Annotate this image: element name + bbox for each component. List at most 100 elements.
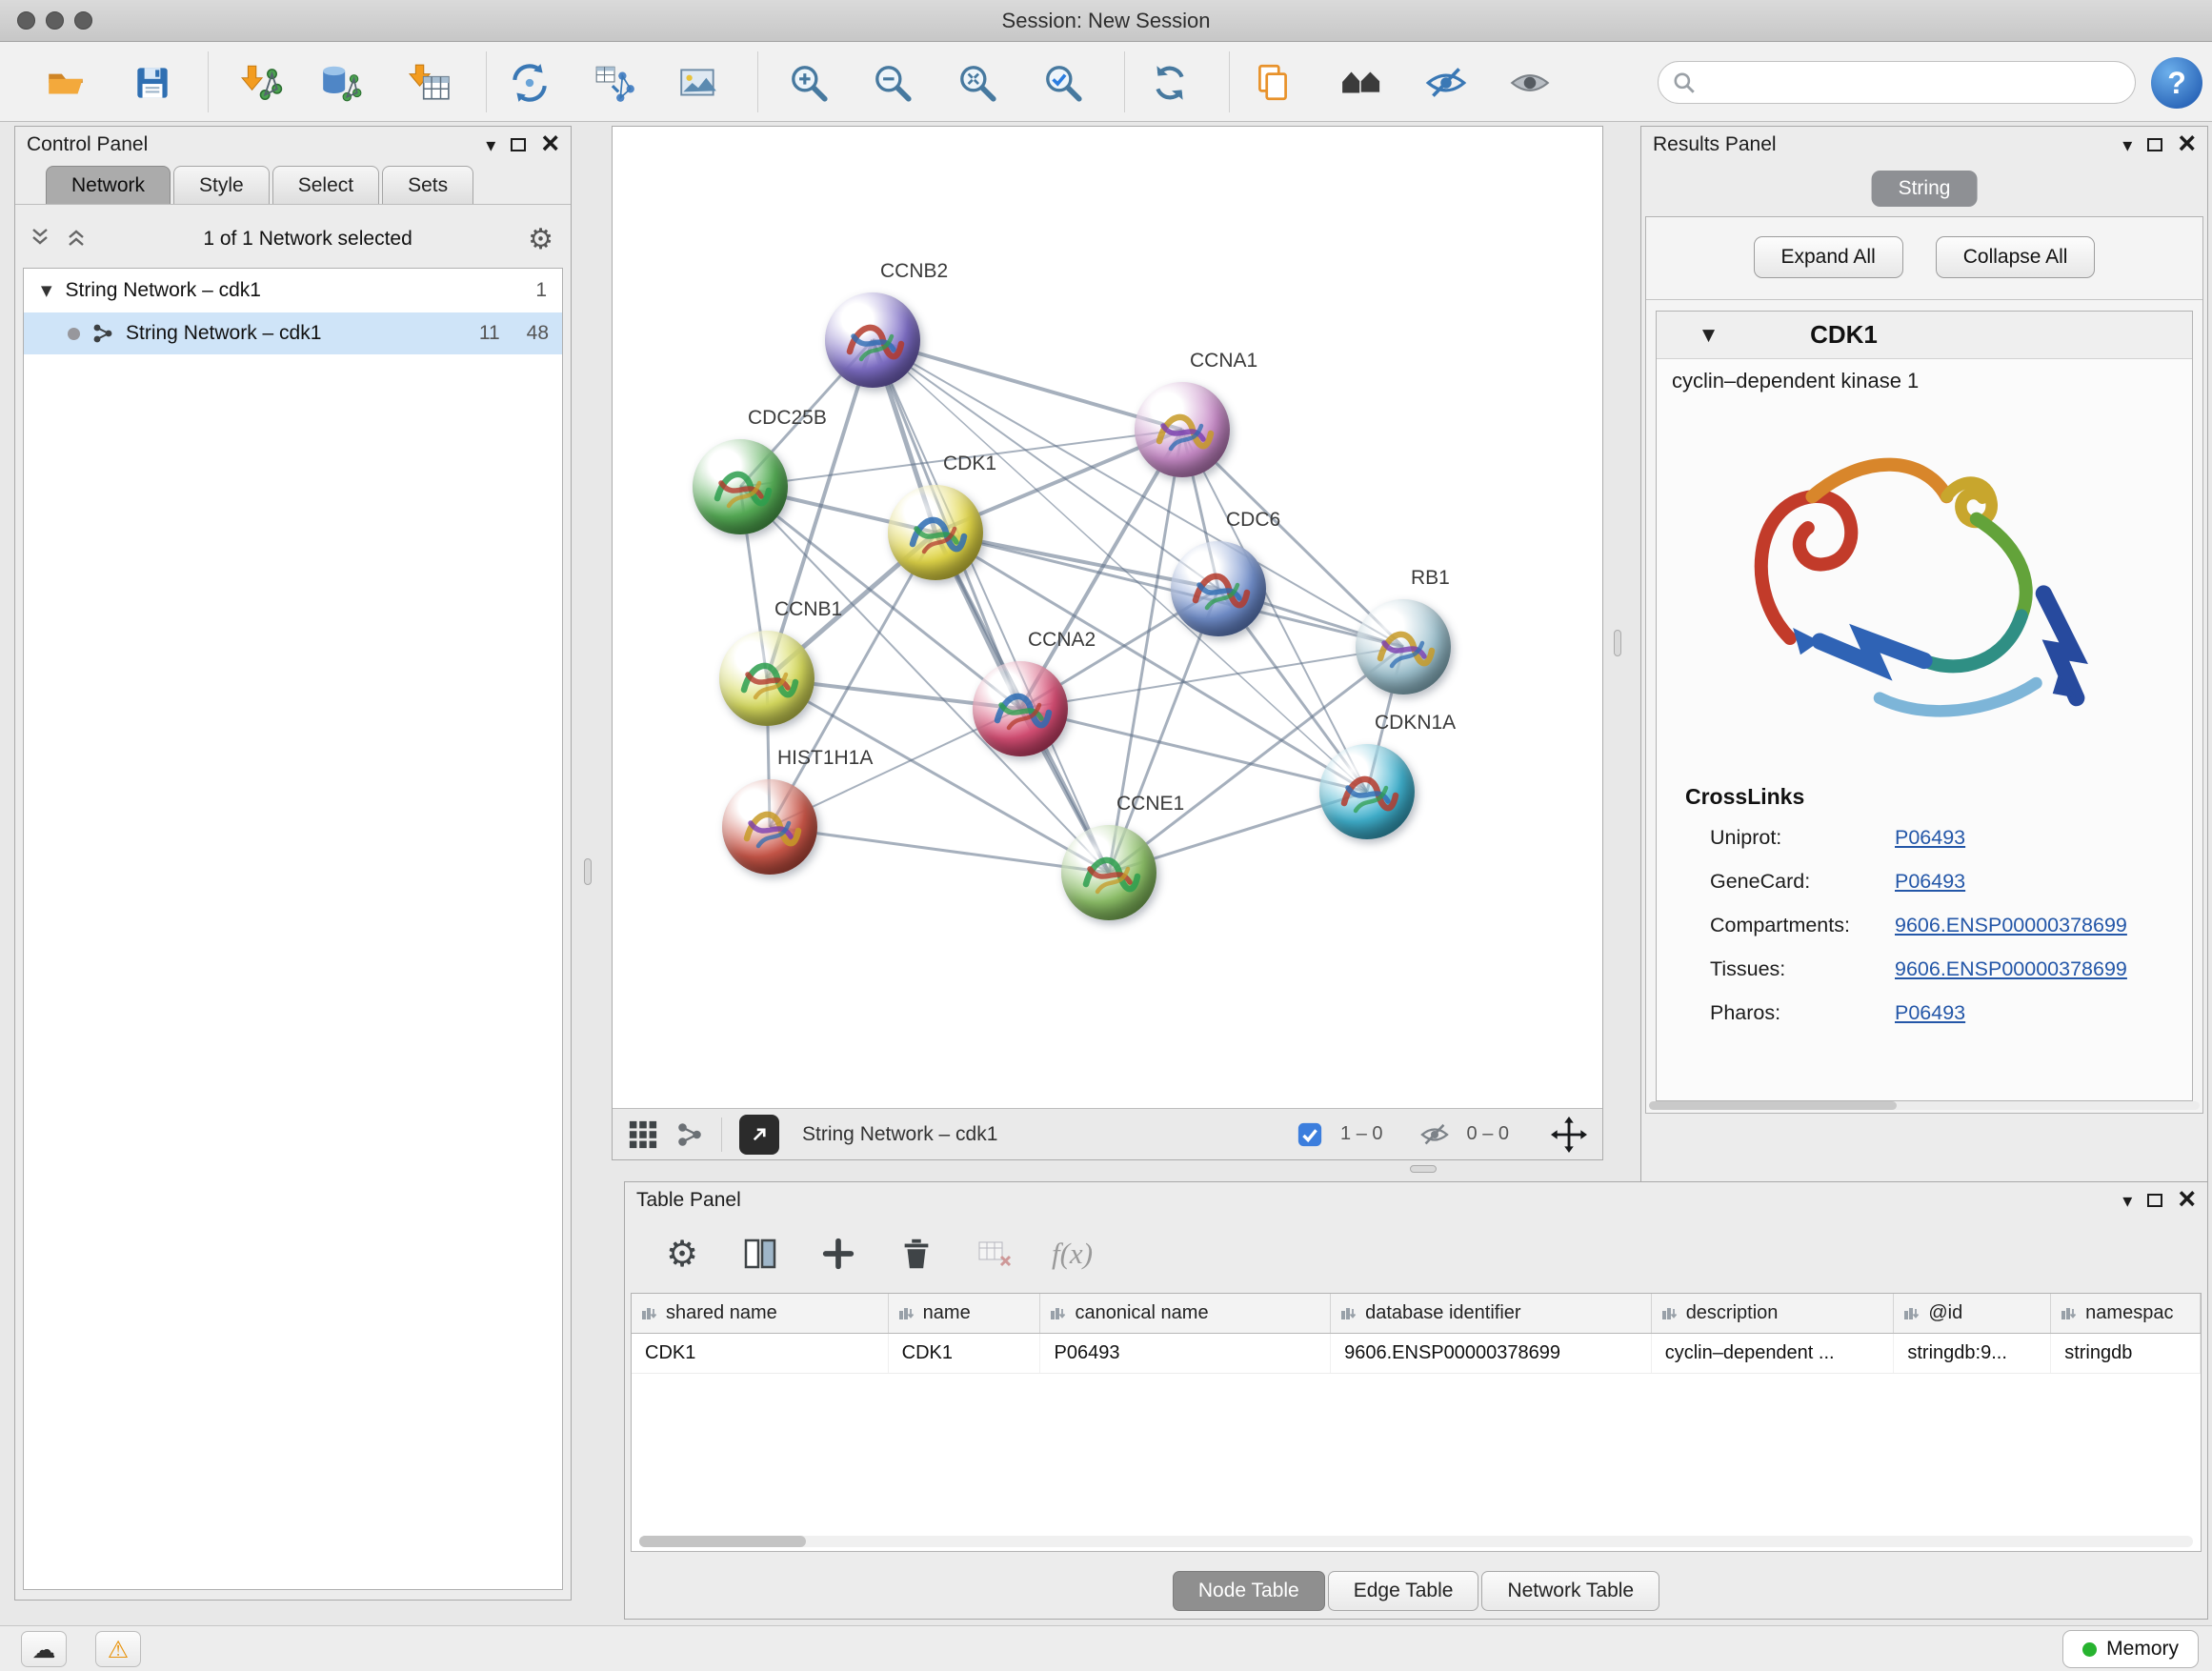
network-canvas[interactable]: CCNB2CCNA1CDC25BCDK1CDC6RB1CCNB1CCNA2CDK… bbox=[613, 127, 1602, 1108]
column-header-canonical-name[interactable]: canonical name bbox=[1040, 1294, 1331, 1333]
network-node-ccne1[interactable] bbox=[1061, 825, 1156, 920]
annotation-button[interactable] bbox=[1245, 55, 1300, 111]
network-overview-icon[interactable] bbox=[675, 1120, 704, 1149]
show-columns-icon[interactable] bbox=[739, 1233, 781, 1275]
hide-selected-button[interactable] bbox=[1418, 55, 1474, 111]
show-graphics-button[interactable] bbox=[1502, 55, 1558, 111]
detach-view-button[interactable] bbox=[739, 1115, 779, 1155]
collapse-all-button[interactable]: Collapse All bbox=[1936, 236, 2096, 278]
new-network-button[interactable] bbox=[502, 55, 557, 111]
column-header-name[interactable]: name bbox=[889, 1294, 1041, 1333]
right-splitter-handle[interactable] bbox=[1614, 630, 1621, 656]
network-node-cdkn1a[interactable] bbox=[1319, 744, 1415, 839]
tab-node-table[interactable]: Node Table bbox=[1173, 1571, 1325, 1611]
panel-float-icon[interactable] bbox=[2147, 1194, 2162, 1207]
settings-gear-icon[interactable]: ⚙ bbox=[528, 223, 553, 256]
column-header-namespac[interactable]: namespac bbox=[2051, 1294, 2201, 1333]
panel-float-icon[interactable] bbox=[2147, 138, 2162, 151]
network-node-ccna1[interactable] bbox=[1135, 382, 1230, 477]
table-cell[interactable]: 9606.ENSP00000378699 bbox=[1331, 1334, 1652, 1373]
zoom-window-button[interactable] bbox=[74, 11, 92, 30]
apply-layout-button[interactable] bbox=[1142, 55, 1197, 111]
table-cell[interactable]: stringdb:9... bbox=[1894, 1334, 2051, 1373]
panel-close-icon[interactable]: × bbox=[2178, 128, 2196, 158]
tab-style[interactable]: Style bbox=[173, 166, 270, 204]
close-window-button[interactable] bbox=[17, 11, 35, 30]
crosslink-link[interactable]: 9606.ENSP00000378699 bbox=[1895, 957, 2127, 981]
table-cell[interactable]: cyclin–dependent ... bbox=[1652, 1334, 1895, 1373]
warnings-button[interactable]: ⚠ bbox=[95, 1631, 141, 1667]
network-row-selected[interactable]: String Network – cdk1 11 48 bbox=[24, 312, 562, 354]
zoom-selected-button[interactable] bbox=[1036, 55, 1091, 111]
disclosure-triangle-icon[interactable]: ▼ bbox=[1702, 326, 1715, 345]
collapse-all-chevrons-icon[interactable] bbox=[29, 226, 51, 253]
hidden-elements-eye-icon[interactable] bbox=[1419, 1119, 1450, 1150]
table-row[interactable]: CDK1CDK1P064939606.ENSP00000378699cyclin… bbox=[632, 1334, 2201, 1374]
results-horizontal-scrollbar[interactable] bbox=[1649, 1101, 2200, 1110]
panel-collapse-icon[interactable]: ▾ bbox=[2122, 135, 2132, 154]
left-splitter-handle[interactable] bbox=[584, 858, 592, 885]
expand-all-chevrons-icon[interactable] bbox=[65, 226, 88, 253]
grid-view-icon[interactable] bbox=[628, 1119, 658, 1150]
tab-string[interactable]: String bbox=[1872, 171, 1978, 207]
import-network-from-database-button[interactable] bbox=[313, 55, 369, 111]
crosslink-link[interactable]: P06493 bbox=[1895, 826, 1965, 850]
table-cell[interactable]: CDK1 bbox=[889, 1334, 1041, 1373]
network-node-cdc6[interactable] bbox=[1171, 541, 1266, 636]
panel-close-icon[interactable]: × bbox=[541, 128, 559, 158]
panel-float-icon[interactable] bbox=[511, 138, 526, 151]
import-network-from-file-button[interactable] bbox=[233, 55, 289, 111]
network-collection-row[interactable]: ▼ String Network – cdk1 1 bbox=[24, 269, 562, 312]
tab-sets[interactable]: Sets bbox=[382, 166, 473, 204]
panel-collapse-icon[interactable]: ▾ bbox=[486, 135, 495, 154]
enrichment-button[interactable] bbox=[1334, 55, 1389, 111]
column-header--id[interactable]: @id bbox=[1894, 1294, 2051, 1333]
open-session-button[interactable] bbox=[38, 55, 93, 111]
crosslink-link[interactable]: P06493 bbox=[1895, 1001, 1965, 1025]
selected-nodes-checkbox-icon[interactable] bbox=[1297, 1121, 1323, 1148]
network-node-ccnb2[interactable] bbox=[825, 292, 920, 388]
crosslink-link[interactable]: 9606.ENSP00000378699 bbox=[1895, 914, 2127, 937]
cloud-status-button[interactable]: ☁ bbox=[21, 1631, 67, 1667]
tab-network[interactable]: Network bbox=[46, 166, 171, 204]
minimize-window-button[interactable] bbox=[46, 11, 64, 30]
panel-collapse-icon[interactable]: ▾ bbox=[2122, 1191, 2132, 1210]
network-node-cdk1[interactable] bbox=[888, 485, 983, 580]
panel-close-icon[interactable]: × bbox=[2178, 1183, 2196, 1214]
table-cell[interactable]: stringdb bbox=[2051, 1334, 2201, 1373]
column-header-shared-name[interactable]: shared name bbox=[632, 1294, 889, 1333]
tab-select[interactable]: Select bbox=[272, 166, 379, 204]
tab-edge-table[interactable]: Edge Table bbox=[1328, 1571, 1479, 1611]
network-node-ccnb1[interactable] bbox=[719, 631, 814, 726]
search-input[interactable] bbox=[1704, 71, 2135, 93]
table-horizontal-scrollbar[interactable] bbox=[639, 1536, 2193, 1547]
tab-network-table[interactable]: Network Table bbox=[1481, 1571, 1659, 1611]
bottom-splitter-handle[interactable] bbox=[1410, 1165, 1437, 1173]
network-node-ccna2[interactable] bbox=[973, 661, 1068, 756]
network-node-hist1h1a[interactable] bbox=[722, 779, 817, 875]
memory-button[interactable]: Memory bbox=[2062, 1630, 2199, 1668]
network-from-table-button[interactable] bbox=[587, 55, 642, 111]
table-cell[interactable]: CDK1 bbox=[632, 1334, 889, 1373]
disclosure-triangle-icon[interactable]: ▼ bbox=[41, 282, 52, 299]
gene-header[interactable]: ▼ CDK1 bbox=[1657, 312, 2192, 359]
expand-all-button[interactable]: Expand All bbox=[1754, 236, 1903, 278]
crosslink-link[interactable]: P06493 bbox=[1895, 870, 1965, 894]
column-header-description[interactable]: description bbox=[1652, 1294, 1895, 1333]
save-session-button[interactable] bbox=[125, 55, 180, 111]
export-image-button[interactable] bbox=[671, 55, 726, 111]
zoom-in-button[interactable] bbox=[781, 55, 836, 111]
network-node-rb1[interactable] bbox=[1356, 599, 1451, 695]
search-box[interactable] bbox=[1658, 61, 2136, 104]
help-button[interactable]: ? bbox=[2151, 57, 2202, 109]
zoom-fit-button[interactable] bbox=[950, 55, 1005, 111]
import-table-button[interactable] bbox=[402, 55, 457, 111]
column-header-database-identifier[interactable]: database identifier bbox=[1331, 1294, 1652, 1333]
add-column-icon[interactable] bbox=[817, 1233, 859, 1275]
function-builder-button[interactable]: f(x) bbox=[1052, 1237, 1093, 1271]
delete-column-trash-icon[interactable] bbox=[895, 1233, 937, 1275]
network-node-cdc25b[interactable] bbox=[693, 439, 788, 534]
table-cell[interactable]: P06493 bbox=[1040, 1334, 1331, 1373]
table-settings-gear-icon[interactable]: ⚙ bbox=[661, 1233, 703, 1275]
pan-crosshair-icon[interactable] bbox=[1551, 1117, 1587, 1153]
